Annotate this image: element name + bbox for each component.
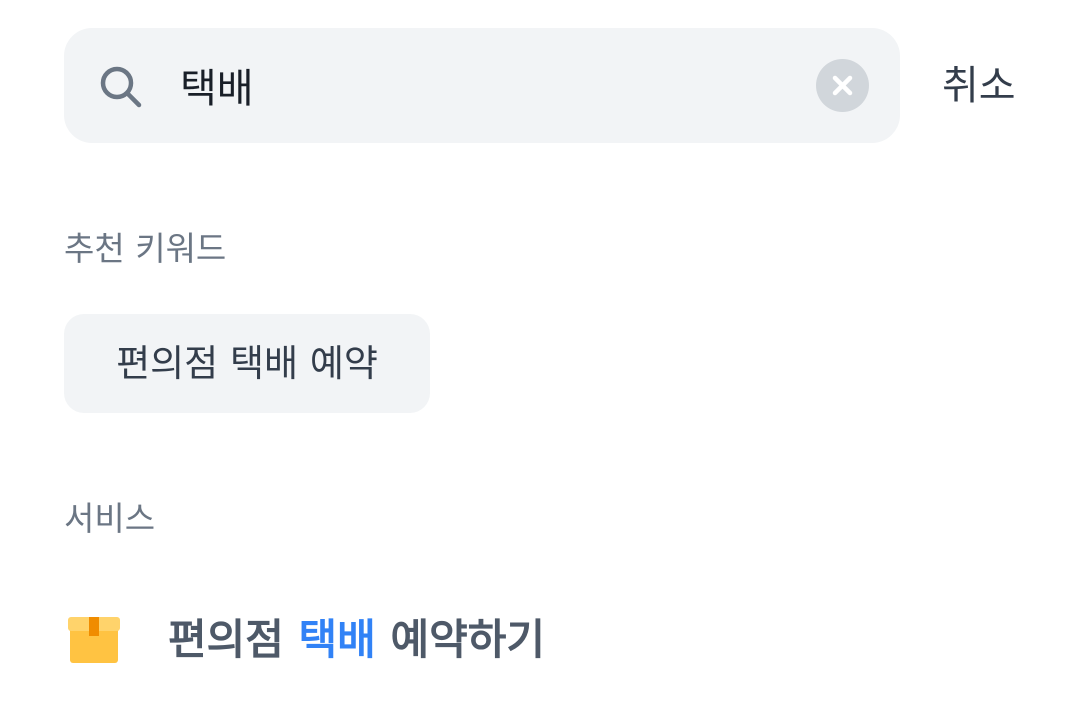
keyword-chip-label: 편의점 택배 예약 [116, 342, 378, 385]
recommended-keywords-title: 추천 키워드 [64, 229, 227, 268]
cancel-button[interactable]: 취소 [942, 54, 1016, 118]
service-item[interactable]: 편의점 택배 예약하기 [64, 594, 1024, 690]
service-label-suffix: 예약하기 [375, 615, 546, 664]
service-item-label: 편의점 택배 예약하기 [168, 608, 545, 672]
close-icon [832, 75, 853, 96]
service-label-prefix: 편의점 [168, 615, 299, 664]
services-title: 서비스 [64, 499, 156, 538]
service-label-match: 택배 [298, 615, 376, 664]
search-input[interactable] [180, 52, 800, 118]
clear-search-button[interactable] [816, 59, 869, 112]
search-icon [100, 66, 142, 108]
package-box-icon [68, 617, 120, 663]
search-bar[interactable] [64, 28, 900, 143]
search-screen: 취소 추천 키워드 편의점 택배 예약 서비스 편의점 택배 예약하기 [0, 0, 1080, 709]
keyword-chip[interactable]: 편의점 택배 예약 [64, 314, 430, 413]
